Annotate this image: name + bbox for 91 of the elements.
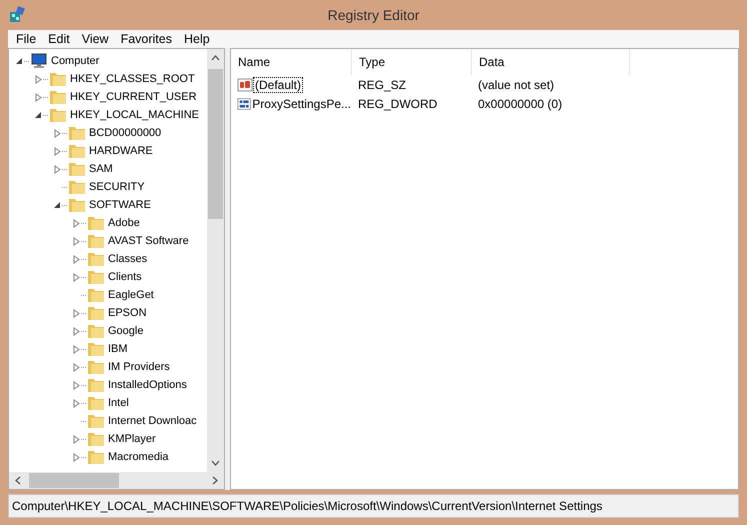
folder-icon — [87, 377, 105, 393]
collapse-arrow-icon[interactable] — [35, 112, 42, 118]
table-cell-text: REG_SZ — [357, 78, 408, 92]
folder-icon — [87, 395, 105, 411]
expand-arrow-icon[interactable] — [73, 344, 80, 354]
menu-item[interactable]: Help — [178, 32, 216, 46]
expand-arrow-icon[interactable] — [73, 254, 80, 264]
menu-item[interactable]: File — [10, 32, 42, 46]
tree-item[interactable]: SECURITY — [89, 181, 145, 193]
tree-item[interactable]: SAM — [89, 163, 113, 175]
folder-icon — [87, 449, 105, 465]
tree-item[interactable]: SOFTWARE — [89, 199, 151, 211]
expand-arrow-icon[interactable] — [54, 164, 61, 174]
window-title: Registry Editor — [328, 7, 420, 23]
table-cell-text: 0x00000000 (0) — [477, 96, 564, 110]
status-bar: Computer\HKEY_LOCAL_MACHINE\SOFTWARE\Policies\Microsoft\Windows\CurrentVersion\Internet Settings — [8, 494, 739, 518]
folder-icon — [68, 197, 86, 213]
folder-icon — [49, 71, 67, 87]
folder-icon — [87, 287, 105, 303]
folder-icon — [87, 269, 105, 285]
table-cell[interactable]: ProxySettingsPe... — [252, 96, 351, 110]
table-cell-text: (value not set) — [477, 78, 556, 92]
folder-icon — [87, 431, 105, 447]
tree-item[interactable]: BCD00000000 — [89, 127, 162, 139]
folder-icon — [68, 179, 86, 195]
collapse-arrow-icon[interactable] — [16, 58, 23, 64]
binary-value-icon — [237, 96, 252, 110]
menu-item[interactable]: View — [76, 32, 115, 46]
expand-arrow-icon[interactable] — [54, 128, 61, 138]
expand-arrow-icon[interactable] — [73, 236, 80, 246]
table-cell[interactable]: (Default) — [254, 78, 302, 92]
folder-icon — [49, 107, 67, 123]
table-cell-text: REG_DWORD — [357, 96, 438, 110]
app-icon — [8, 6, 26, 24]
expand-arrow-icon[interactable] — [73, 272, 80, 282]
tree-item[interactable]: Google — [108, 325, 144, 337]
tree-item[interactable]: EPSON — [108, 307, 147, 319]
folder-icon — [49, 89, 67, 105]
folder-icon — [87, 359, 105, 375]
expand-arrow-icon[interactable] — [35, 74, 42, 84]
folder-icon — [68, 143, 86, 159]
column-header[interactable]: Data — [472, 49, 630, 75]
tree-item[interactable]: HKEY_CURRENT_USER — [70, 91, 197, 103]
folder-icon — [87, 413, 105, 429]
expand-arrow-icon[interactable] — [73, 398, 80, 408]
scroll-right-icon[interactable] — [212, 476, 218, 485]
expand-arrow-icon[interactable] — [73, 326, 80, 336]
tree-item[interactable]: Macromedia — [108, 451, 169, 463]
tree-item[interactable]: Internet Downloac — [108, 415, 197, 427]
computer-icon — [30, 53, 48, 69]
tree-item[interactable]: IM Providers — [108, 361, 170, 373]
tree-item[interactable]: HKEY_CLASSES_ROOT — [70, 73, 195, 85]
horizontal-scrollbar[interactable] — [9, 472, 224, 489]
tree-item[interactable]: HKEY_LOCAL_MACHINE — [70, 109, 199, 121]
folder-icon — [87, 341, 105, 357]
tree-item[interactable]: HARDWARE — [89, 145, 153, 157]
tree-item[interactable]: InstalledOptions — [108, 379, 187, 391]
string-value-icon — [237, 78, 253, 92]
folder-icon — [68, 161, 86, 177]
scroll-down-icon[interactable] — [211, 460, 220, 466]
folder-icon — [87, 251, 105, 267]
expand-arrow-icon[interactable] — [73, 380, 80, 390]
vertical-scrollbar[interactable] — [207, 49, 224, 472]
folder-icon — [87, 233, 105, 249]
folder-icon — [87, 305, 105, 321]
tree-item[interactable]: KMPlayer — [108, 433, 156, 445]
column-header[interactable]: Name — [231, 49, 352, 75]
tree-item[interactable]: Adobe — [108, 217, 140, 229]
expand-arrow-icon[interactable] — [73, 218, 80, 228]
expand-arrow-icon[interactable] — [73, 434, 80, 444]
column-header[interactable]: Type — [352, 49, 472, 75]
tree-item[interactable]: Clients — [108, 271, 142, 283]
scroll-left-icon[interactable] — [15, 476, 21, 485]
folder-icon — [87, 323, 105, 339]
expand-arrow-icon[interactable] — [73, 452, 80, 462]
menu-item[interactable]: Favorites — [114, 32, 178, 46]
tree-item[interactable]: EagleGet — [108, 289, 154, 301]
menu-item[interactable]: Edit — [42, 32, 76, 46]
folder-icon — [68, 125, 86, 141]
tree-item[interactable]: Classes — [108, 253, 148, 265]
expand-arrow-icon[interactable] — [73, 308, 80, 318]
tree-item[interactable]: IBM — [108, 343, 128, 355]
scroll-up-icon[interactable] — [211, 55, 220, 61]
expand-arrow-icon[interactable] — [35, 92, 42, 102]
tree-item[interactable]: Computer — [51, 55, 100, 67]
folder-icon — [87, 215, 105, 231]
tree-item[interactable]: AVAST Software — [108, 235, 189, 247]
tree-item[interactable]: Intel — [108, 397, 129, 409]
collapse-arrow-icon[interactable] — [54, 202, 61, 208]
expand-arrow-icon[interactable] — [73, 362, 80, 372]
expand-arrow-icon[interactable] — [54, 146, 61, 156]
